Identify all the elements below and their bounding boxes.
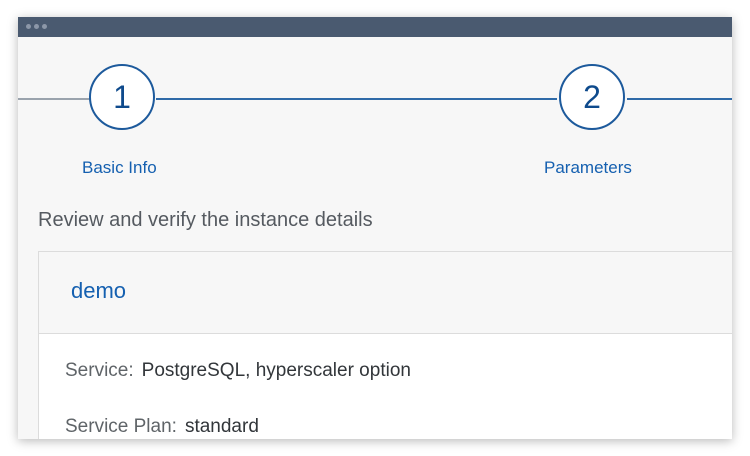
app-window: 1 Basic Info 2 Parameters Review and ver… xyxy=(18,17,732,439)
service-detail-row: Service: PostgreSQL, hyperscaler option xyxy=(65,360,411,382)
wizard-content: 1 Basic Info 2 Parameters Review and ver… xyxy=(18,37,732,439)
instance-details-card: demo Service: PostgreSQL, hyperscaler opt… xyxy=(38,251,732,439)
window-dot-icon xyxy=(42,24,47,29)
window-titlebar xyxy=(18,17,732,37)
service-value: PostgreSQL, hyperscaler option xyxy=(141,360,411,381)
service-plan-value: standard xyxy=(184,416,259,437)
review-instructions: Review and verify the instance details xyxy=(38,209,373,231)
wizard-step-2-label[interactable]: Parameters xyxy=(544,158,632,178)
wizard-step-1-indicator[interactable]: 1 xyxy=(89,64,155,130)
wizard-progress-line xyxy=(627,98,732,100)
instance-name: demo xyxy=(71,278,127,303)
service-plan-label: Service Plan: xyxy=(65,416,177,437)
service-plan-detail-row: Service Plan: standard xyxy=(65,416,259,438)
wizard-progress-line xyxy=(156,98,557,100)
wizard-step-2-indicator[interactable]: 2 xyxy=(559,64,625,130)
instance-card-header: demo xyxy=(39,252,732,334)
wizard-step-1-label[interactable]: Basic Info xyxy=(82,158,157,178)
window-dot-icon xyxy=(34,24,39,29)
service-label: Service: xyxy=(65,360,134,381)
wizard-progress-line xyxy=(18,98,90,100)
window-dot-icon xyxy=(26,24,31,29)
